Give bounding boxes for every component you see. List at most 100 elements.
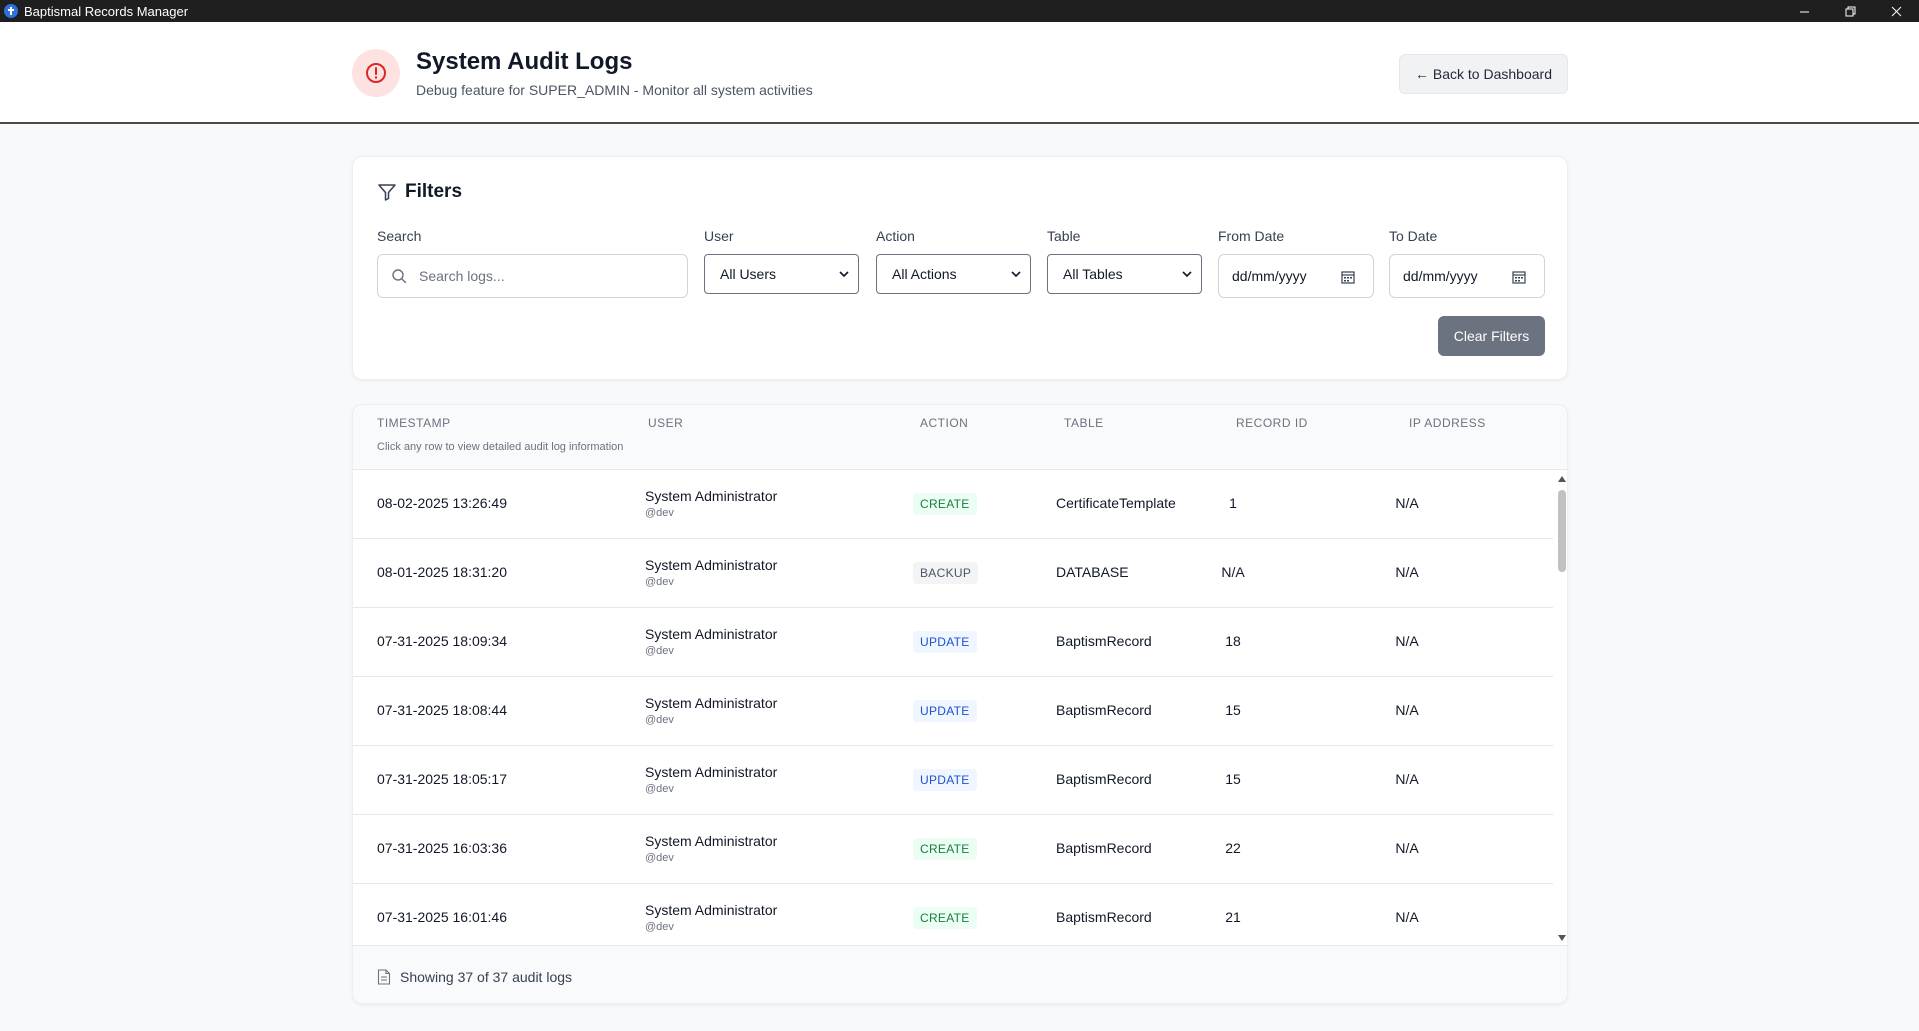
- table-label: Table: [1047, 228, 1081, 244]
- table-name-cell: BaptismRecord: [1056, 633, 1152, 649]
- scroll-down-arrow-icon[interactable]: [1558, 935, 1566, 941]
- ip-address-cell: N/A: [1395, 840, 1419, 856]
- user-handle-cell: @dev: [645, 852, 674, 864]
- table-row[interactable]: 07-31-2025 16:03:36 System Administrator…: [353, 815, 1553, 884]
- search-icon: [392, 269, 407, 284]
- ip-address-cell: N/A: [1395, 771, 1419, 787]
- user-name-cell: System Administrator: [645, 833, 778, 849]
- record-id-cell: N/A: [1221, 564, 1245, 580]
- calendar-icon[interactable]: [1512, 270, 1526, 284]
- column-header-action: ACTION: [920, 416, 969, 430]
- user-handle-cell: @dev: [645, 921, 674, 933]
- restore-icon: [1845, 6, 1855, 16]
- restore-button[interactable]: [1827, 0, 1873, 22]
- ip-address-cell: N/A: [1395, 633, 1419, 649]
- column-header-ip-address: IP ADDRESS: [1409, 416, 1486, 430]
- results-count: Showing 37 of 37 audit logs: [400, 969, 573, 985]
- table-row[interactable]: 07-31-2025 16:01:46 System Administrator…: [353, 884, 1553, 945]
- user-label: User: [704, 228, 734, 244]
- to-date-input[interactable]: dd/mm/yyyy: [1389, 254, 1545, 298]
- record-id-cell: 21: [1225, 909, 1241, 925]
- user-handle-cell: @dev: [645, 783, 674, 795]
- window-titlebar: Baptismal Records Manager: [0, 0, 1919, 22]
- record-id-cell: 1: [1229, 495, 1237, 511]
- record-id-cell: 15: [1225, 771, 1241, 787]
- table-select[interactable]: All Tables: [1047, 254, 1202, 294]
- timestamp-cell: 07-31-2025 18:09:34: [377, 633, 507, 649]
- scrollbar-thumb[interactable]: [1558, 490, 1566, 572]
- audit-log-table: TIMESTAMP USER ACTION TABLE RECORD ID IP…: [352, 404, 1568, 1004]
- action-badge: CREATE: [913, 838, 977, 860]
- page-header: System Audit Logs Debug feature for SUPE…: [0, 22, 1919, 124]
- table-select-value: All Tables: [1063, 266, 1123, 282]
- table-name-cell: BaptismRecord: [1056, 702, 1152, 718]
- table-row[interactable]: 08-02-2025 13:26:49 System Administrator…: [353, 470, 1553, 539]
- action-badge: CREATE: [913, 907, 977, 929]
- user-name-cell: System Administrator: [645, 626, 778, 642]
- table-name-cell: DATABASE: [1056, 564, 1129, 580]
- ip-address-cell: N/A: [1395, 702, 1419, 718]
- filter-icon: [378, 184, 396, 201]
- action-select[interactable]: All Actions: [876, 254, 1031, 294]
- table-hint: Click any row to view detailed audit log…: [377, 441, 624, 453]
- document-icon: [377, 969, 391, 985]
- calendar-icon[interactable]: [1341, 270, 1355, 284]
- action-badge: CREATE: [913, 493, 977, 515]
- table-row[interactable]: 07-31-2025 18:09:34 System Administrator…: [353, 608, 1553, 677]
- minimize-icon: [1799, 11, 1809, 12]
- search-input[interactable]: Search logs...: [377, 254, 688, 298]
- from-date-input[interactable]: dd/mm/yyyy: [1218, 254, 1374, 298]
- table-name-cell: BaptismRecord: [1056, 909, 1152, 925]
- table-scrollbar[interactable]: [1555, 470, 1567, 945]
- user-name-cell: System Administrator: [645, 557, 778, 573]
- timestamp-cell: 08-01-2025 18:31:20: [377, 564, 507, 580]
- table-name-cell: BaptismRecord: [1056, 840, 1152, 856]
- column-header-timestamp: TIMESTAMP: [377, 416, 451, 430]
- column-header-record-id: RECORD ID: [1236, 416, 1308, 430]
- user-select[interactable]: All Users: [704, 254, 859, 294]
- scroll-up-arrow-icon[interactable]: [1558, 476, 1566, 482]
- timestamp-cell: 07-31-2025 16:03:36: [377, 840, 507, 856]
- app-cross-icon: [4, 4, 18, 18]
- record-id-cell: 22: [1225, 840, 1241, 856]
- action-badge: UPDATE: [913, 700, 977, 722]
- close-window-button[interactable]: [1873, 0, 1919, 22]
- table-name-cell: CertificateTemplate: [1056, 495, 1176, 511]
- timestamp-cell: 07-31-2025 18:05:17: [377, 771, 507, 787]
- table-row[interactable]: 08-01-2025 18:31:20 System Administrator…: [353, 539, 1553, 608]
- timestamp-cell: 08-02-2025 13:26:49: [377, 495, 507, 511]
- timestamp-cell: 07-31-2025 18:08:44: [377, 702, 507, 718]
- action-select-value: All Actions: [892, 266, 957, 282]
- page-subtitle: Debug feature for SUPER_ADMIN - Monitor …: [416, 82, 813, 98]
- chevron-down-icon: [839, 271, 849, 278]
- timestamp-cell: 07-31-2025 16:01:46: [377, 909, 507, 925]
- filters-heading: Filters: [377, 181, 462, 203]
- chevron-down-icon: [1011, 271, 1021, 278]
- to-date-label: To Date: [1389, 228, 1438, 244]
- user-handle-cell: @dev: [645, 645, 674, 657]
- search-label: Search: [377, 228, 422, 244]
- table-row[interactable]: 07-31-2025 18:08:44 System Administrator…: [353, 677, 1553, 746]
- user-handle-cell: @dev: [645, 714, 674, 726]
- ip-address-cell: N/A: [1395, 495, 1419, 511]
- ip-address-cell: N/A: [1395, 909, 1419, 925]
- column-header-table: TABLE: [1064, 416, 1104, 430]
- clear-filters-button[interactable]: Clear Filters: [1438, 316, 1545, 356]
- table-row[interactable]: 07-31-2025 18:05:17 System Administrator…: [353, 746, 1553, 815]
- from-date-label: From Date: [1218, 228, 1285, 244]
- action-label: Action: [876, 228, 915, 244]
- table-footer: Showing 37 of 37 audit logs: [353, 945, 1567, 1003]
- from-date-value: dd/mm/yyyy: [1232, 268, 1307, 284]
- record-id-cell: 15: [1225, 702, 1241, 718]
- page-title: System Audit Logs: [416, 48, 633, 75]
- minimize-button[interactable]: [1781, 0, 1827, 22]
- ip-address-cell: N/A: [1395, 564, 1419, 580]
- record-id-cell: 18: [1225, 633, 1241, 649]
- back-to-dashboard-button[interactable]: ← Back to Dashboard: [1399, 54, 1568, 94]
- user-name-cell: System Administrator: [645, 764, 778, 780]
- user-name-cell: System Administrator: [645, 695, 778, 711]
- table-name-cell: BaptismRecord: [1056, 771, 1152, 787]
- user-handle-cell: @dev: [645, 507, 674, 519]
- user-name-cell: System Administrator: [645, 488, 778, 504]
- search-placeholder: Search logs...: [419, 268, 505, 284]
